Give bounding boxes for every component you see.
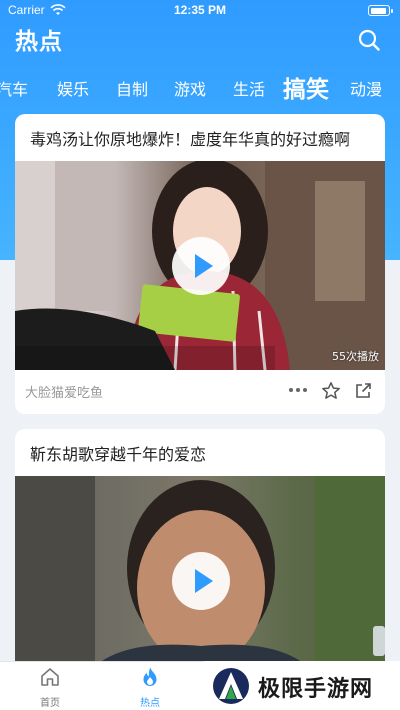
tab-funny[interactable]: 搞笑 — [283, 70, 329, 104]
tab-games[interactable]: 游戏 — [174, 76, 206, 100]
tab-entertainment[interactable]: 娱乐 — [57, 76, 89, 100]
star-icon[interactable] — [321, 381, 341, 401]
tab-car[interactable]: 汽车 — [0, 76, 28, 100]
category-tabs: 汽车 娱乐 自制 游戏 生活 搞笑 动漫 — [0, 68, 400, 104]
tab-original[interactable]: 自制 — [116, 76, 148, 100]
watermark-text: 极限手游网 — [258, 677, 374, 702]
status-bar: Carrier 12:35 PM — [0, 0, 400, 22]
nav-home[interactable]: 首页 — [20, 666, 80, 709]
share-icon[interactable] — [354, 382, 372, 400]
tab-anime[interactable]: 动漫 — [350, 76, 382, 100]
author-name[interactable]: 大脸猫爱吃鱼 — [25, 382, 103, 401]
nav-hot-label: 热点 — [140, 698, 160, 709]
video-title[interactable]: 靳东胡歌穿越千年的爱恋 — [30, 441, 375, 465]
nav-home-label: 首页 — [40, 698, 60, 709]
battery-icon — [368, 5, 393, 16]
more-icon[interactable] — [287, 382, 309, 398]
status-time: 12:35 PM — [173, 3, 227, 17]
tab-life[interactable]: 生活 — [233, 76, 265, 100]
play-button[interactable] — [172, 552, 230, 610]
watermark: 极限手游网 — [200, 661, 400, 710]
play-button[interactable] — [172, 237, 230, 295]
play-count: 55次播放 — [332, 350, 379, 363]
video-card[interactable]: 靳东胡歌穿越千年的爱恋 — [15, 429, 385, 689]
nav-hot[interactable]: 热点 — [120, 666, 180, 709]
video-thumbnail[interactable]: 55次播放 — [15, 161, 385, 370]
video-title[interactable]: 毒鸡汤让你原地爆炸！虚度年华真的好过瘾啊 — [30, 126, 375, 150]
watermark-logo — [213, 668, 249, 704]
video-card[interactable]: 毒鸡汤让你原地爆炸！虚度年华真的好过瘾啊 55次播放 大脸猫爱吃鱼 — [15, 114, 385, 414]
home-icon — [41, 668, 59, 686]
video-thumbnail[interactable] — [15, 476, 385, 689]
flame-icon — [143, 667, 157, 686]
page-title: 热点 — [15, 29, 63, 55]
search-icon[interactable] — [358, 29, 380, 51]
